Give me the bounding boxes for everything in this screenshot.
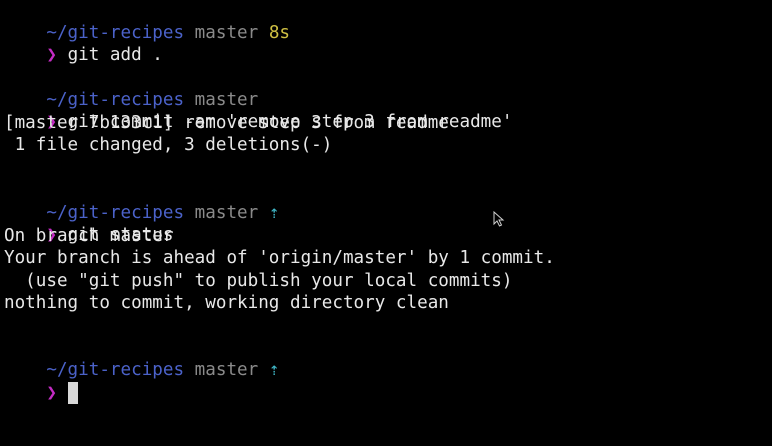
output-line: [master 7b133c1] remove step 3 from read…	[4, 113, 449, 133]
prompt-branch: master	[194, 203, 259, 223]
output-line: (use "git push" to publish your local co…	[4, 271, 513, 291]
command-line[interactable]: ❯	[4, 360, 78, 404]
ahead-arrow-icon: ⇡	[268, 203, 280, 223]
output-line: On branch master	[4, 226, 174, 246]
output-line: Your branch is ahead of 'origin/master' …	[4, 248, 555, 268]
command-text: git add .	[67, 45, 163, 65]
command-line: ❯ git status	[4, 202, 173, 245]
prompt-chevron-icon: ❯	[46, 45, 57, 65]
command-line: ❯ git add .	[4, 22, 163, 65]
output-line: 1 file changed, 3 deletions(-)	[4, 135, 333, 155]
mouse-pointer-icon	[493, 211, 505, 227]
text-cursor	[67, 382, 78, 404]
prompt-chevron-icon: ❯	[46, 383, 57, 403]
output-line: nothing to commit, working directory cle…	[4, 293, 449, 313]
prompt-header: ~/git-recipes master ⇡	[4, 180, 279, 223]
ahead-arrow-icon: ⇡	[268, 360, 280, 380]
prompt-branch: master	[194, 360, 259, 380]
command-duration: 8s	[268, 23, 291, 43]
command-line: ❯ git commit -am 'remove step 3 from rea…	[4, 89, 512, 132]
prompt-branch: master	[194, 23, 259, 43]
prompt-header: ~/git-recipes master ⇡	[4, 337, 279, 380]
prompt-header: ~/git-recipes master	[4, 67, 258, 110]
terminal-window[interactable]: ~/git-recipes master 8s ❯ git add . ~/gi…	[4, 0, 772, 446]
prompt-header: ~/git-recipes master 8s	[4, 0, 290, 43]
